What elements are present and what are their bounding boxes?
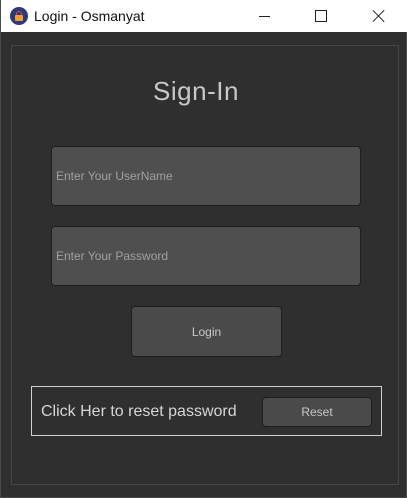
- window-title: Login - Osmanyat: [34, 8, 145, 24]
- login-button[interactable]: Login: [131, 306, 282, 357]
- page-title: Sign-In: [153, 76, 239, 106]
- username-field-container: [51, 146, 361, 206]
- title-bar[interactable]: Login - Osmanyat: [1, 0, 407, 32]
- reset-password-label: Click Her to reset password: [41, 403, 237, 420]
- reset-password-group: Click Her to reset password Reset: [31, 386, 382, 436]
- lock-icon: [10, 7, 28, 25]
- password-input[interactable]: [52, 227, 360, 285]
- close-button[interactable]: [356, 0, 402, 32]
- reset-button[interactable]: Reset: [262, 397, 372, 427]
- login-window: Login - Osmanyat Sign-In Login Click Her…: [0, 0, 407, 498]
- maximize-icon: [315, 10, 327, 22]
- minimize-icon: [258, 15, 270, 17]
- maximize-button[interactable]: [298, 0, 344, 32]
- username-input[interactable]: [52, 147, 360, 205]
- close-icon: [372, 9, 386, 23]
- minimize-button[interactable]: [241, 0, 287, 32]
- password-field-container: [51, 226, 361, 286]
